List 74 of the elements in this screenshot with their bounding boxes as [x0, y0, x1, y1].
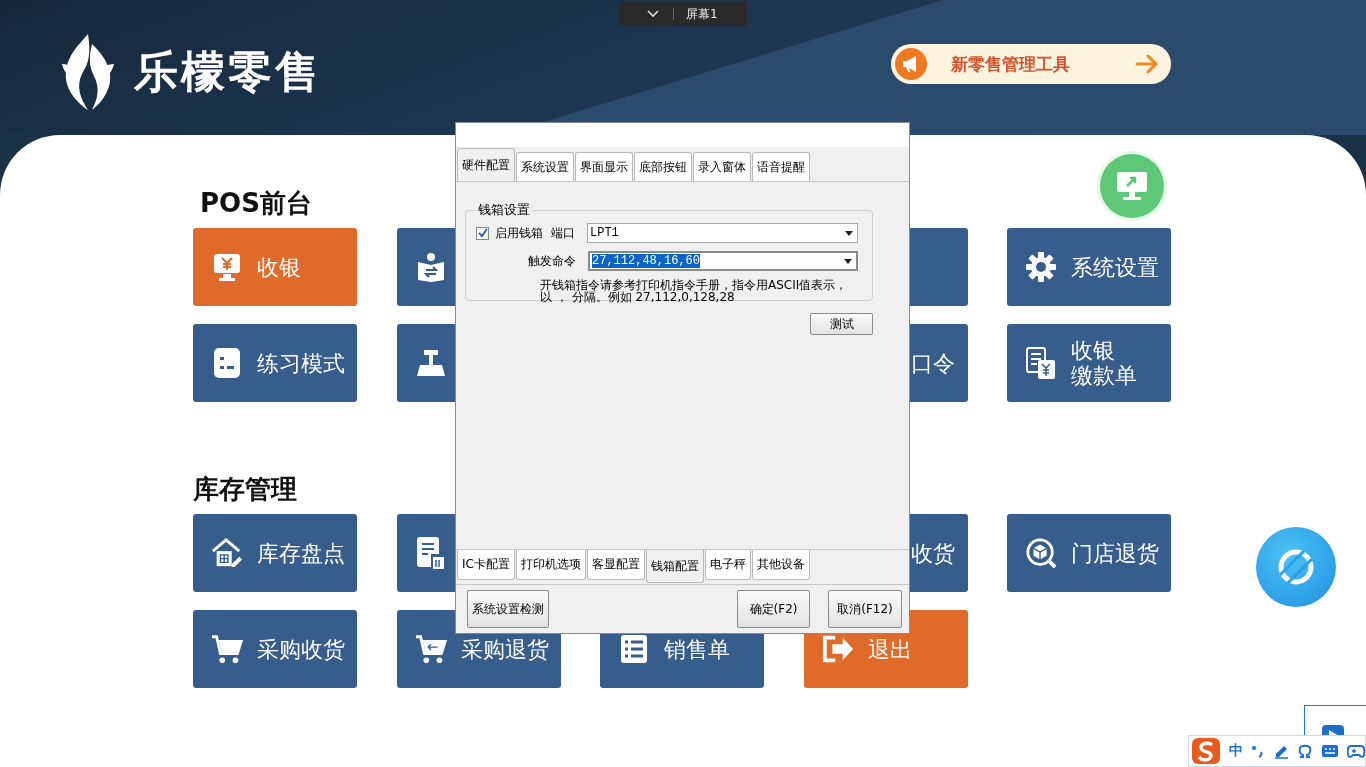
screen-label: 屏幕1 [686, 5, 718, 23]
trigger-dropdown[interactable]: 27,112,48,16,60 [588, 251, 858, 271]
tile-label: 门店退货 [1071, 540, 1159, 566]
chevron-down-icon [647, 10, 659, 18]
logo-text: 乐檬零售 [134, 44, 322, 99]
exit-icon [821, 634, 854, 664]
note-text: 开钱箱指令请参考打印机指令手册，指令用ASCII值表示， [540, 279, 849, 291]
keyboard-icon[interactable] [1321, 744, 1339, 758]
menu-tile[interactable]: 采购收货 [193, 610, 357, 688]
tab[interactable]: 打印机选项 [515, 550, 586, 580]
port-dropdown[interactable]: LPT1 [587, 223, 858, 243]
screen-switcher[interactable]: 屏幕1 [619, 2, 747, 26]
scale-icon [415, 348, 446, 378]
system-check-button[interactable]: 系统设置检测 [467, 590, 549, 628]
pen-icon[interactable] [1273, 743, 1289, 759]
tab[interactable]: 电子秤 [704, 550, 751, 580]
tile-label: 销售单 [664, 636, 730, 662]
cart-icon [211, 633, 243, 665]
tile-label: 口令 [910, 350, 955, 376]
port-label: 端口 [551, 224, 575, 242]
punctuation-icon[interactable] [1251, 744, 1265, 758]
note-icon [213, 347, 241, 379]
menu-tile[interactable]: 门店退货 [1007, 514, 1171, 592]
tab[interactable]: 客显配置 [586, 550, 645, 580]
menu-tile[interactable]: 库存盘点 [193, 514, 357, 592]
tab[interactable]: IC卡配置 [457, 550, 515, 580]
tile-label: 收银 [257, 254, 301, 280]
tile-label: 库存盘点 [257, 540, 345, 566]
checkbox-label: 启用钱箱 [495, 224, 543, 242]
tile-label: 系统设置 [1071, 254, 1159, 280]
note-text: 以 ， 分隔。例如 27,112,0,128,28 [540, 291, 735, 303]
promo-button[interactable]: 新零售管理工具 [891, 44, 1171, 84]
cashier-icon [212, 252, 242, 282]
tab[interactable]: 其他设备 [751, 550, 810, 580]
tile-label: 采购收货 [257, 636, 345, 662]
checkbox[interactable] [476, 226, 489, 240]
tile-label: 采购退货 [460, 636, 549, 662]
tab[interactable]: 钱箱配置 [645, 550, 704, 583]
tab[interactable]: 录入窗体 [693, 152, 751, 181]
gamepad-icon[interactable] [1347, 743, 1365, 759]
tile-label: 缴款单 [1071, 363, 1137, 388]
cancel-button[interactable]: 取消(F12) [828, 590, 902, 628]
tile-label: 退出 [867, 636, 912, 662]
tab[interactable]: 语音提醒 [752, 152, 810, 181]
arrow-right-icon [1135, 54, 1159, 74]
tile-label: 收银 [1071, 338, 1116, 363]
tile-label: 收货 [910, 540, 955, 566]
menu-tile[interactable]: 收银 缴款单 [1007, 324, 1171, 402]
menu-tile[interactable]: 系统设置 [1007, 228, 1171, 306]
menu-tile[interactable]: 练习模式 [193, 324, 357, 402]
receipt-yen-icon [1025, 346, 1057, 380]
ime-mode[interactable]: 中 [1229, 742, 1243, 760]
tab[interactable]: 硬件配置 [457, 148, 515, 181]
tab[interactable]: 界面显示 [575, 152, 633, 181]
box-search-icon [1025, 536, 1057, 570]
tab[interactable]: 系统设置 [516, 152, 574, 181]
trigger-label: 触发命令 [528, 252, 576, 270]
cart-return-icon [414, 633, 447, 665]
logo-icon [60, 34, 116, 110]
list-icon [620, 634, 648, 664]
monitor-icon [1115, 170, 1149, 202]
group-title: 钱箱设置 [477, 201, 531, 219]
ok-button[interactable]: 确定(F2) [737, 590, 810, 628]
document-delete-icon [414, 536, 447, 570]
test-button[interactable]: 测试 [810, 313, 873, 335]
tile-label: 练习模式 [257, 350, 345, 376]
megaphone-icon [895, 48, 927, 80]
tab[interactable]: 底部按钮 [634, 152, 692, 181]
book-exchange-icon [415, 252, 446, 282]
settings-icon [1025, 251, 1057, 283]
omega-icon[interactable] [1297, 743, 1313, 759]
section-title: POS前台 [200, 187, 312, 220]
house-edit-icon [211, 537, 243, 569]
section-title: 库存管理 [193, 473, 297, 506]
